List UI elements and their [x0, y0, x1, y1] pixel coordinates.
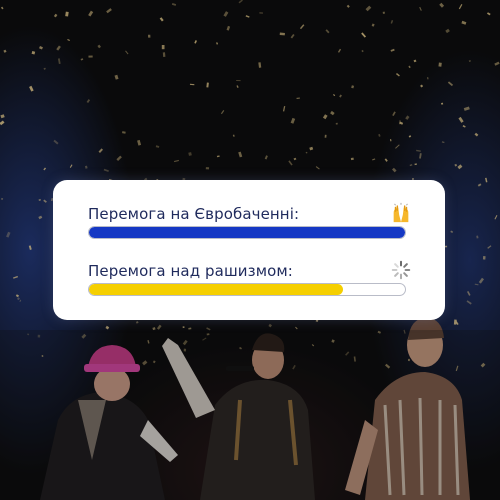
- raised-hands-icon: [393, 202, 409, 223]
- loading-spinner-icon: [391, 260, 411, 280]
- post-image: Перемога на Євробаченні: Перемога над ра…: [0, 0, 500, 500]
- eurovision-progress-row: Перемога на Євробаченні:: [88, 202, 409, 239]
- victory-progress-row: Перемога над рашизмом:: [88, 260, 411, 296]
- eurovision-progress-bar: [88, 226, 406, 239]
- progress-card: Перемога на Євробаченні: Перемога над ра…: [53, 180, 445, 320]
- victory-progress-bar: [88, 283, 406, 296]
- victory-label: Перемога над рашизмом:: [88, 262, 293, 280]
- eurovision-label: Перемога на Євробаченні:: [88, 205, 300, 223]
- eurovision-progress-fill: [89, 227, 405, 238]
- victory-progress-fill: [89, 284, 344, 295]
